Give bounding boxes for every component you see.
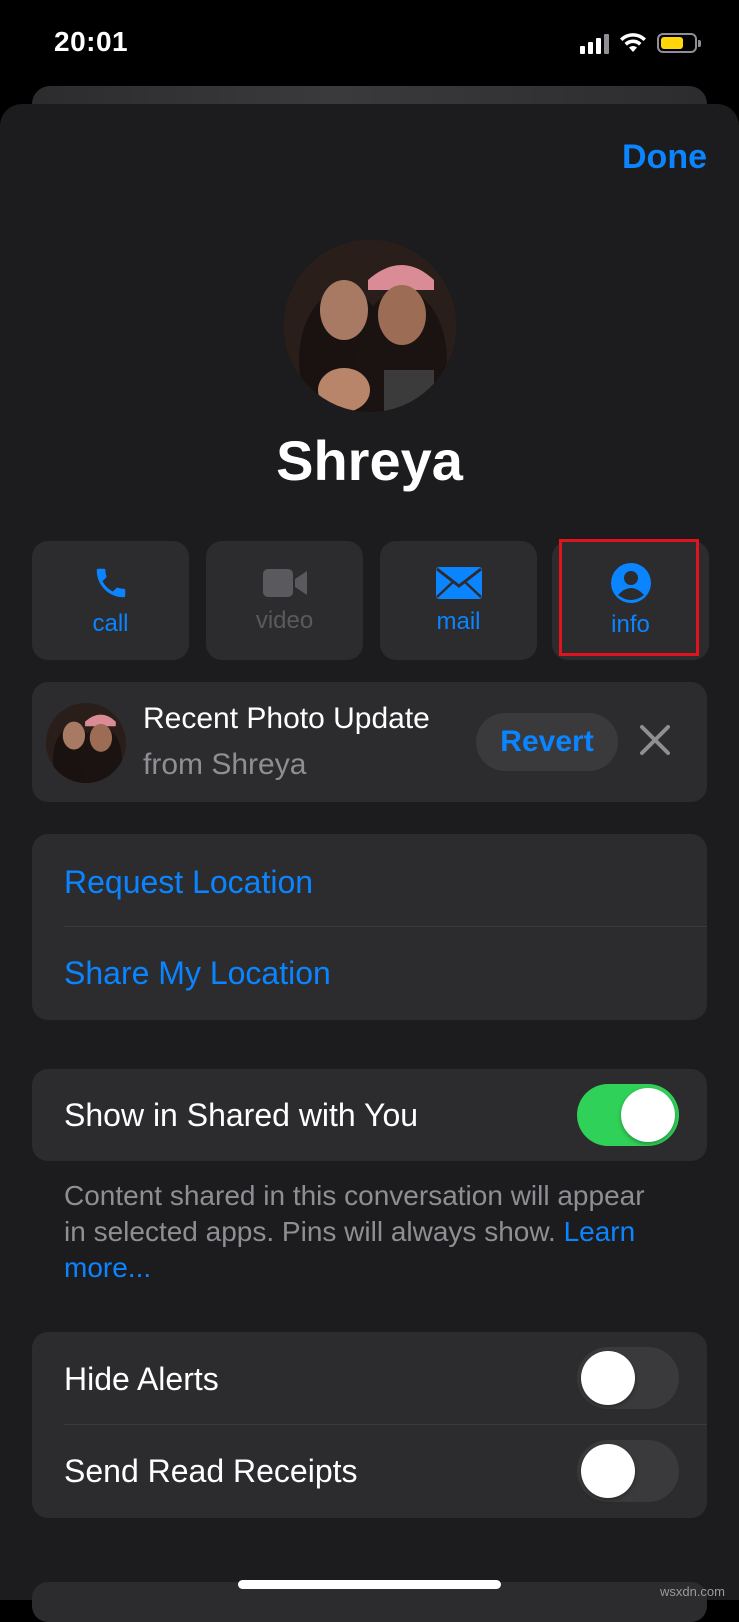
request-location-button[interactable]: Request Location <box>64 864 313 901</box>
home-indicator[interactable] <box>238 1580 501 1589</box>
call-label: call <box>92 609 129 637</box>
location-group <box>32 834 707 1020</box>
read-receipts-label: Send Read Receipts <box>64 1453 358 1489</box>
mail-label: mail <box>436 607 481 635</box>
share-location-button[interactable]: Share My Location <box>64 955 331 992</box>
footnote-text: Content shared in this conversation will… <box>64 1180 645 1247</box>
close-icon[interactable] <box>638 723 672 757</box>
video-button: video <box>206 541 363 660</box>
battery-icon <box>657 33 701 53</box>
info-highlight-box <box>559 539 699 656</box>
status-icons <box>580 30 701 56</box>
video-label: video <box>255 606 314 634</box>
photo-update-title: Recent Photo Update <box>143 702 430 735</box>
hide-alerts-label: Hide Alerts <box>64 1361 219 1397</box>
status-time: 20:01 <box>54 26 129 57</box>
divider <box>64 926 707 927</box>
signal-icon <box>580 32 609 54</box>
shared-with-you-toggle[interactable] <box>577 1084 679 1146</box>
contact-name: Shreya <box>276 429 463 492</box>
contact-avatar[interactable] <box>284 240 456 412</box>
shared-with-you-footnote: Content shared in this conversation will… <box>64 1178 664 1286</box>
read-receipts-toggle[interactable] <box>577 1440 679 1502</box>
divider <box>64 1424 707 1425</box>
mail-button[interactable]: mail <box>380 541 537 660</box>
envelope-icon <box>435 566 482 599</box>
wifi-icon <box>620 33 646 52</box>
photo-update-thumbnail <box>46 703 126 783</box>
done-button[interactable]: Done <box>622 138 707 177</box>
video-camera-icon <box>262 568 307 597</box>
phone-icon <box>96 568 125 597</box>
shared-with-you-label: Show in Shared with You <box>64 1097 419 1133</box>
revert-button[interactable]: Revert <box>476 713 618 771</box>
hide-alerts-toggle[interactable] <box>577 1347 679 1409</box>
watermark: wsxdn.com <box>659 1584 725 1599</box>
call-button[interactable]: call <box>32 541 189 660</box>
photo-update-subtitle: from Shreya <box>143 748 307 781</box>
